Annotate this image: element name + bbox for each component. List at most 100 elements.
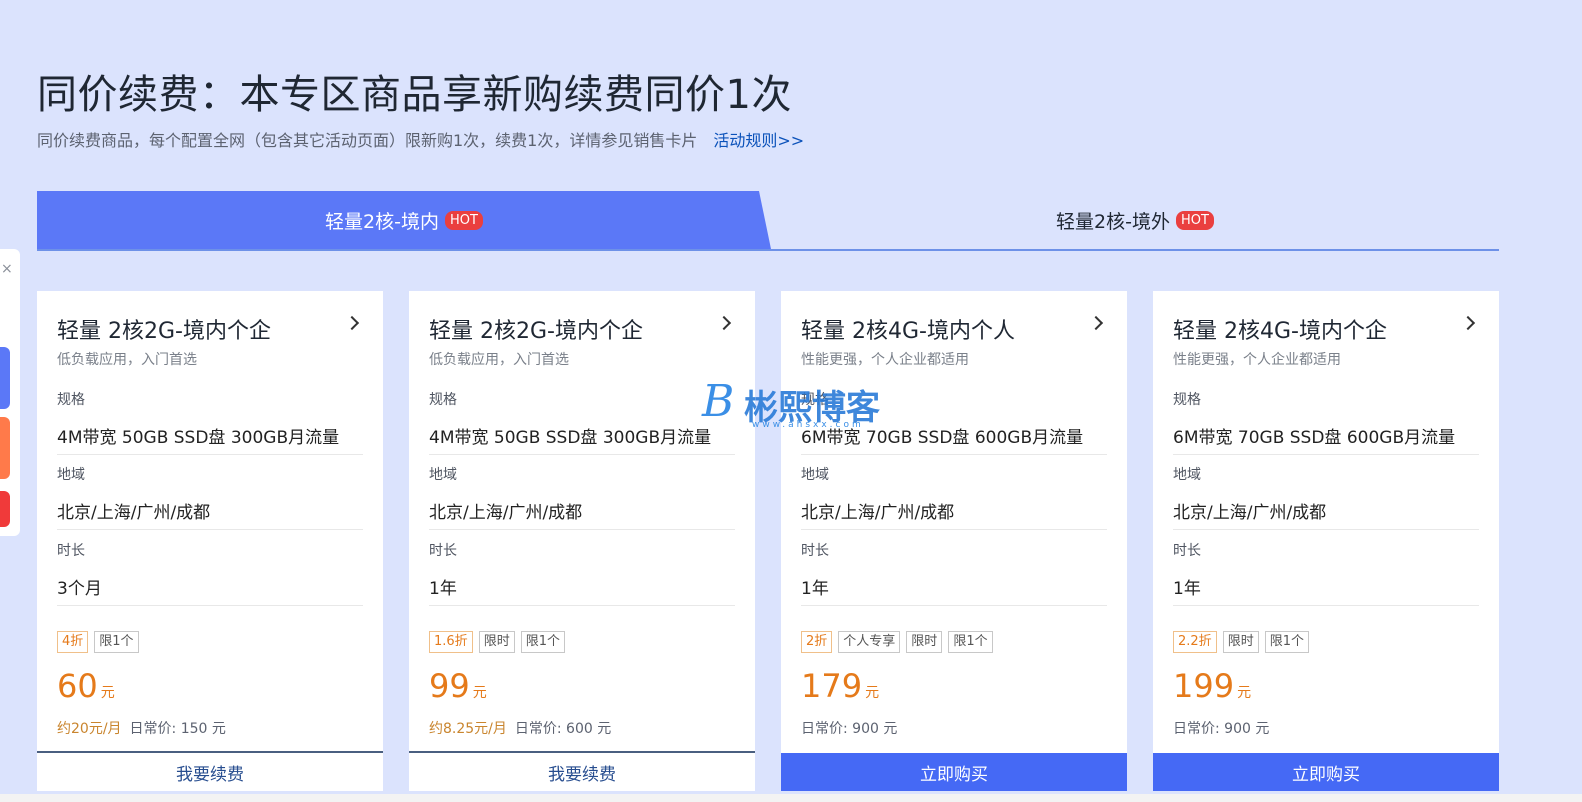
price: 179 元: [801, 667, 879, 705]
regular-price: 日常价: 600 元: [514, 721, 612, 737]
spec-value: 6M带宽 70GB SSD盘 600GB月流量: [801, 428, 1084, 448]
promo-icon[interactable]: [0, 347, 10, 409]
card-title[interactable]: 轻量 2核2G-境内个企: [429, 313, 643, 345]
chevron-right-icon[interactable]: [1460, 315, 1476, 331]
duration-value[interactable]: 3个月: [57, 574, 102, 599]
buy-now-button[interactable]: 立即购买: [1153, 753, 1499, 791]
monthly-price: 约8.25元/月: [429, 721, 507, 737]
region-value[interactable]: 北京/上海/广州/成都: [1173, 498, 1326, 523]
card-description: 低负载应用，入门首选: [429, 352, 569, 368]
renew-button[interactable]: 我要续费: [409, 751, 755, 791]
product-card[interactable]: 轻量 2核2G-境内个企低负载应用，入门首选 规格 4M带宽 50GB SSD盘 3…: [37, 291, 383, 791]
tag-row: 2折 个人专享 限时 限1个: [801, 631, 993, 653]
price-unit: 元: [1237, 685, 1252, 701]
limit-tag: 限1个: [948, 631, 993, 653]
price-value: 179: [801, 667, 863, 705]
monthly-price: 约20元/月: [57, 721, 122, 737]
duration-label: 时长: [57, 543, 85, 559]
price-value: 99: [429, 667, 470, 705]
tab-bar: 轻量2核-境内 HOT 轻量2核-境外 HOT: [37, 191, 1499, 251]
price: 199 元: [1173, 667, 1251, 705]
divider: [1173, 529, 1479, 530]
price-unit: 元: [100, 685, 115, 701]
limit-tag: 个人专享: [838, 631, 901, 653]
regular-price: 日常价: 900 元: [1173, 721, 1270, 737]
page-title: 同价续费：本专区商品享新购续费同价1次: [37, 72, 792, 118]
limit-tag: 限1个: [94, 631, 139, 653]
region-label: 地域: [429, 467, 457, 483]
close-icon[interactable]: ×: [1, 261, 13, 277]
divider: [57, 605, 363, 606]
spec-value: 6M带宽 70GB SSD盘 600GB月流量: [1173, 428, 1456, 448]
chevron-right-icon[interactable]: [716, 315, 732, 331]
divider: [57, 529, 363, 530]
limit-tag: 限1个: [520, 631, 565, 653]
page-subtitle: 同价续费商品，每个配置全网（包含其它活动页面）限新购1次，续费1次，详情参见销售…: [37, 127, 804, 151]
tab-domestic[interactable]: 轻量2核-境内 HOT: [37, 191, 771, 249]
spec-label: 规格: [1173, 392, 1201, 408]
product-card[interactable]: 轻量 2核4G-境内个企性能更强，个人企业都适用 规格 6M带宽 70GB SSD盘…: [1153, 291, 1499, 791]
price-meta: 日常价: 900 元: [1173, 718, 1269, 738]
region-value[interactable]: 北京/上海/广州/成都: [57, 498, 210, 523]
regular-price: 日常价: 900 元: [801, 721, 898, 737]
duration-value[interactable]: 1年: [1173, 574, 1201, 599]
product-card[interactable]: 轻量 2核4G-境内个人性能更强，个人企业都适用 规格 6M带宽 70GB SSD盘…: [781, 291, 1127, 791]
subtitle-text: 同价续费商品，每个配置全网（包含其它活动页面）限新购1次，续费1次，详情参见销售…: [37, 131, 698, 150]
gift-icon[interactable]: [0, 417, 10, 479]
card-title[interactable]: 轻量 2核2G-境内个企: [57, 313, 271, 345]
spec-label: 规格: [429, 392, 457, 408]
region-value[interactable]: 北京/上海/广州/成都: [801, 498, 954, 523]
renew-button[interactable]: 我要续费: [37, 751, 383, 791]
regular-price: 日常价: 150 元: [129, 721, 226, 737]
hot-icon[interactable]: [0, 491, 10, 527]
limit-tag: 限时: [906, 631, 943, 653]
page-bottom-strip: [0, 794, 1582, 802]
rules-link[interactable]: 活动规则>>: [713, 131, 804, 150]
divider: [1173, 454, 1479, 455]
discount-tag: 2折: [801, 631, 833, 653]
price-meta: 日常价: 900 元: [801, 718, 897, 738]
tag-row: 2.2折 限时 限1个: [1173, 631, 1309, 653]
price-unit: 元: [472, 685, 487, 701]
limit-tag: 限时: [1222, 631, 1259, 653]
spec-label: 规格: [57, 392, 85, 408]
card-title[interactable]: 轻量 2核4G-境内个人: [801, 313, 1015, 345]
limit-tag: 限时: [478, 631, 515, 653]
discount-tag: 4折: [57, 631, 89, 653]
hot-badge: HOT: [1176, 210, 1214, 230]
tab-label: 轻量2核-境内: [325, 210, 439, 233]
price-unit: 元: [865, 685, 880, 701]
divider: [801, 529, 1107, 530]
divider: [429, 605, 735, 606]
spec-label: 规格: [801, 392, 829, 408]
duration-label: 时长: [1173, 543, 1201, 559]
discount-tag: 1.6折: [429, 631, 473, 653]
card-title[interactable]: 轻量 2核4G-境内个企: [1173, 313, 1387, 345]
discount-tag: 2.2折: [1173, 631, 1217, 653]
price: 99 元: [429, 667, 487, 705]
floating-side-widget: ×: [0, 249, 20, 536]
price-value: 199: [1173, 667, 1235, 705]
limit-tag: 限1个: [1264, 631, 1309, 653]
card-description: 性能更强，个人企业都适用: [801, 352, 969, 368]
region-label: 地域: [801, 467, 829, 483]
duration-value[interactable]: 1年: [429, 574, 457, 599]
card-description: 性能更强，个人企业都适用: [1173, 352, 1341, 368]
region-label: 地域: [57, 467, 85, 483]
region-value[interactable]: 北京/上海/广州/成都: [429, 498, 582, 523]
tab-overseas[interactable]: 轻量2核-境外 HOT: [771, 191, 1499, 249]
divider: [57, 454, 363, 455]
divider: [801, 605, 1107, 606]
chevron-right-icon[interactable]: [1088, 315, 1104, 331]
spec-value: 4M带宽 50GB SSD盘 300GB月流量: [57, 428, 340, 448]
card-description: 低负载应用，入门首选: [57, 352, 197, 368]
tag-row: 1.6折 限时 限1个: [429, 631, 565, 653]
product-card[interactable]: 轻量 2核2G-境内个企 低负载应用，入门首选 规格 4M带宽 50GB SSD盘 3…: [409, 291, 755, 791]
price-value: 60: [57, 667, 98, 705]
divider: [1173, 605, 1479, 606]
tag-row: 4折 限1个: [57, 631, 139, 653]
duration-value[interactable]: 1年: [801, 574, 829, 599]
buy-now-button[interactable]: 立即购买: [781, 753, 1127, 791]
price-meta: 约20元/月 日常价: 150 元: [57, 718, 226, 738]
chevron-right-icon[interactable]: [344, 315, 360, 331]
